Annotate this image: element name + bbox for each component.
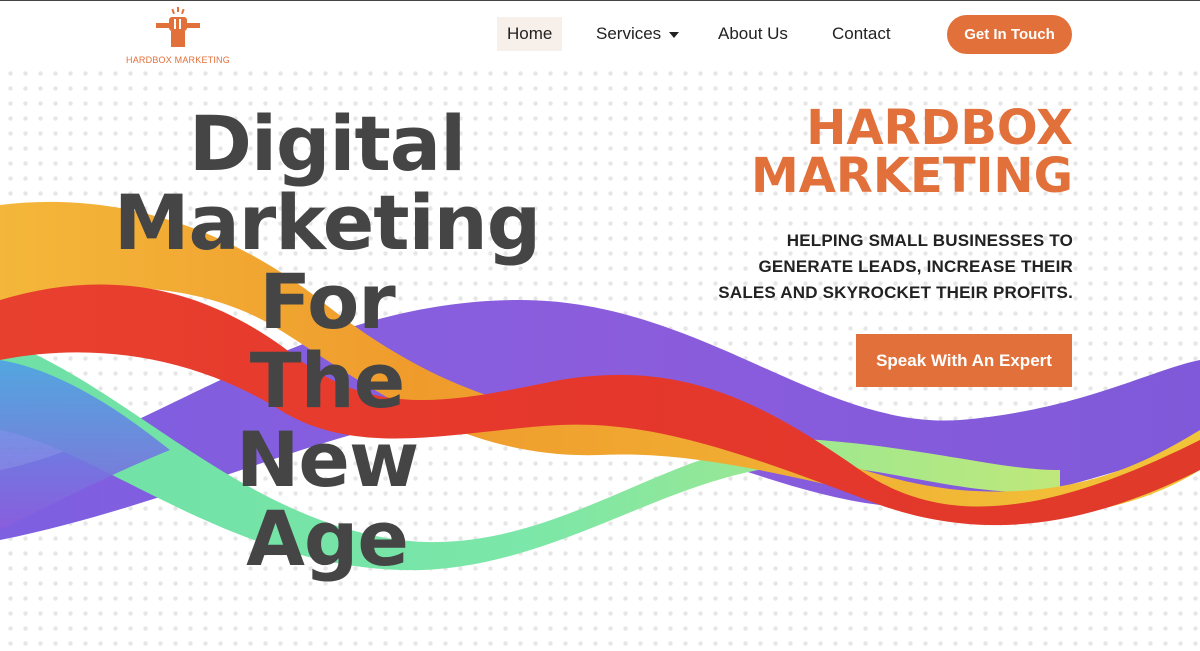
site-header: HARDBOX MARKETING Home Services About Us… [0, 0, 1200, 66]
get-in-touch-button[interactable]: Get In Touch [947, 15, 1072, 54]
site-logo[interactable]: HARDBOX MARKETING [126, 5, 230, 65]
nav-home[interactable]: Home [497, 17, 563, 51]
logo-text: HARDBOX MARKETING [126, 55, 230, 65]
nav-contact[interactable]: Contact [832, 17, 891, 51]
headline-line: The [249, 336, 406, 425]
tagline-line: GENERATE LEADS, INCREASE THEIR [758, 257, 1073, 276]
brand-line: HARDBOX [806, 100, 1073, 156]
headline-line: Marketing [113, 178, 541, 267]
headline-line: Digital [188, 99, 466, 188]
nav-services[interactable]: Services [596, 17, 680, 51]
headline-line: For [259, 257, 396, 346]
hero-tagline: HELPING SMALL BUSINESSES TO GENERATE LEA… [718, 228, 1073, 306]
nav-services-label: Services [596, 24, 662, 43]
tagline-line: HELPING SMALL BUSINESSES TO [786, 231, 1073, 250]
hero-headline: Digital Marketing For The New Age [112, 104, 542, 578]
headline-line: Age [246, 494, 409, 583]
headline-line: New [235, 415, 419, 504]
chevron-down-icon [669, 31, 680, 38]
brand-title: HARDBOX MARKETING [751, 104, 1073, 200]
brand-line: MARKETING [750, 148, 1073, 204]
fist-pencil-logo-icon [156, 7, 200, 47]
speak-with-expert-button[interactable]: Speak With An Expert [856, 334, 1072, 387]
nav-about[interactable]: About Us [718, 17, 788, 51]
tagline-line: SALES AND SKYROCKET THEIR PROFITS. [718, 283, 1073, 302]
